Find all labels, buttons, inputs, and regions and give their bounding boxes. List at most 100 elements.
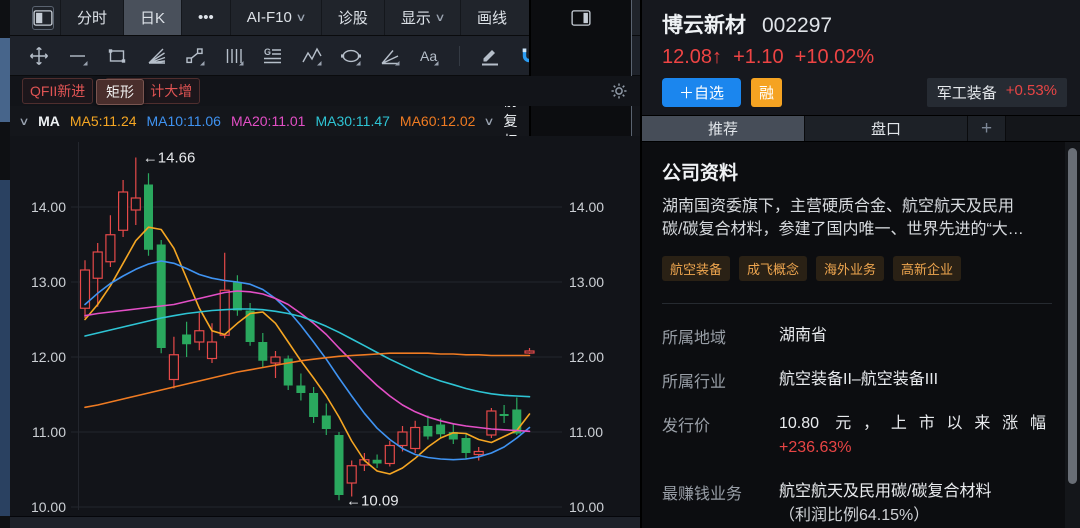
company-info-rows: 所属地域湖南省所属行业航空装备II–航空装备III 发行价10.80 元，上市以来… — [662, 324, 1046, 528]
tab-order-book[interactable]: 盘口 — [805, 116, 968, 141]
toolbar-button-fenshi[interactable]: 分时 — [60, 0, 123, 35]
segment-icon[interactable] — [184, 45, 206, 67]
candle — [220, 290, 229, 335]
info-row-industry: 所属行业航空装备II–航空装备III — [662, 368, 1046, 392]
ma-value-1[interactable]: MA5:11.24 — [70, 113, 137, 129]
candle — [271, 357, 280, 363]
ma-line-MA30 — [85, 309, 530, 397]
company-description-line: 碳/碳复合材料，参建了国内唯一、世界先进的“大… — [662, 218, 1054, 241]
add-watchlist-button[interactable]: ＋自选 — [662, 78, 741, 107]
rectangle-icon[interactable] — [106, 45, 128, 67]
candlestick-chart[interactable]: 14.0014.0013.0013.0012.0012.0011.0011.00… — [10, 136, 640, 518]
toggle-left-panel-button[interactable] — [32, 6, 54, 30]
toolbar-button-label: AI-F10 — [247, 9, 292, 26]
candle — [500, 414, 509, 416]
scrollbar-track[interactable] — [1065, 142, 1080, 528]
signal-tag-qfii[interactable]: QFII新进 — [22, 78, 93, 104]
info-value: 航空装备II–航空装备III — [779, 368, 1046, 392]
candle — [525, 351, 534, 353]
chart-label: 13.00 — [569, 274, 604, 290]
scrollbar-thumb[interactable] — [1068, 148, 1077, 484]
toolbar-button-display[interactable]: 显示∨ — [384, 0, 460, 35]
move-icon[interactable] — [28, 45, 50, 67]
chevron-down-icon[interactable]: ∨ — [18, 115, 29, 128]
tab-recommend[interactable]: 推荐 — [642, 116, 805, 141]
concept-tag[interactable]: 海外业务 — [816, 256, 884, 281]
chart-label: 14.00 — [31, 199, 66, 215]
candle — [487, 411, 496, 435]
margin-trading-badge[interactable]: 融 — [751, 78, 782, 107]
info-row-region: 所属地域湖南省 — [662, 324, 1046, 348]
candle — [423, 426, 432, 437]
ellipse-icon[interactable] — [340, 45, 362, 67]
zigzag-icon[interactable] — [301, 45, 323, 67]
stock-code: 002297 — [762, 14, 832, 38]
tab-add-tab[interactable]: + — [968, 116, 1006, 141]
ma-values: MA5:11.24 MA10:11.06 MA20:11.01 MA30:11.47 M… — [70, 113, 476, 129]
candle — [233, 282, 242, 311]
ma-value-5[interactable]: MA60:12.02 — [400, 113, 476, 129]
toolbar-buttons: 分时日K•••AI-F10∨诊股显示∨画线 — [60, 0, 523, 35]
gann-icon[interactable]: G — [262, 45, 284, 67]
toolbar-button-label: 分时 — [77, 7, 107, 28]
pencil-icon[interactable] — [479, 45, 501, 67]
chart-label: 12.00 — [569, 349, 604, 365]
info-row-issue-price: 发行价10.80 元，上市以来涨幅+236.63% — [662, 412, 1046, 460]
price-row: 12.08↑ +1.10 +10.02% — [662, 46, 1080, 69]
trendline-icon[interactable] — [67, 45, 89, 67]
drawing-tool-tooltip: 矩形 — [96, 79, 144, 105]
fan-lines-icon[interactable] — [145, 45, 167, 67]
candle — [411, 428, 420, 449]
candle — [436, 425, 445, 435]
candle — [335, 435, 344, 495]
candle — [322, 416, 331, 430]
left-rail-scroll-segment-bottom[interactable] — [0, 180, 10, 516]
concept-tag[interactable]: 高新企业 — [893, 256, 961, 281]
info-tabs: 推荐盘口+ — [642, 115, 1080, 142]
candle — [93, 252, 102, 278]
toolbar-button-drawline[interactable]: 画线 — [460, 0, 523, 35]
vertical-lines-icon[interactable] — [223, 45, 245, 67]
candle — [385, 446, 394, 464]
candle — [119, 192, 128, 230]
candle — [106, 235, 115, 262]
text-icon[interactable]: Aa — [418, 45, 440, 67]
info-value-line: 10.80 元，上市以来涨幅 — [779, 412, 1046, 436]
section-title: 公司资料 — [662, 158, 1046, 185]
toolbar-button-more[interactable]: ••• — [181, 0, 230, 35]
info-value: 10.80 元，上市以来涨幅+236.63% — [779, 412, 1046, 460]
candle — [157, 245, 166, 349]
candle — [462, 438, 471, 453]
period-toolbar: 分时日K•••AI-F10∨诊股显示∨画线 — [10, 0, 640, 36]
app-root: 分时日K•••AI-F10∨诊股显示∨画线 GAa QFII新进 计大增 矩形 — [0, 0, 1080, 528]
info-label: 所属行业 — [662, 368, 779, 392]
left-rail — [0, 0, 10, 528]
chevron-down-icon[interactable]: ∨ — [484, 115, 495, 128]
company-description-line: 湖南国资委旗下，主营硬质合金、航空航天及民用 — [662, 195, 1054, 218]
angle-fan-icon[interactable] — [379, 45, 401, 67]
concept-tag[interactable]: 航空装备 — [662, 256, 730, 281]
concept-tag[interactable]: 成飞概念 — [739, 256, 807, 281]
toolbar-button-label: 日K — [140, 7, 165, 28]
info-value: 湖南省 — [779, 324, 1046, 348]
chevron-down-icon: ∨ — [295, 11, 306, 24]
toolbar-button-daily-k[interactable]: 日K — [123, 0, 181, 35]
candle — [144, 185, 153, 250]
ma-value-4[interactable]: MA30:11.47 — [315, 113, 389, 129]
toolbar-button-label: 诊股 — [338, 7, 368, 28]
toolbar-button-ai-f10[interactable]: AI-F10∨ — [230, 0, 321, 35]
info-value-line: 湖南省 — [779, 327, 827, 344]
toolbar-button-diagnose[interactable]: 诊股 — [321, 0, 384, 35]
sector-name: 军工装备 — [937, 82, 997, 103]
price-change-percent: +10.02% — [795, 46, 875, 69]
stock-name: 博云新材 — [662, 9, 746, 39]
ma-value-3[interactable]: MA20:11.01 — [231, 113, 305, 129]
svg-text:Aa: Aa — [420, 48, 437, 64]
sector-quote[interactable]: 军工装备 +0.53% — [927, 78, 1067, 107]
ma-label[interactable]: MA — [38, 113, 60, 129]
price-annotation: ←14.66 — [143, 150, 196, 167]
left-rail-scroll-segment-top[interactable] — [0, 38, 10, 122]
gear-icon[interactable] — [610, 82, 628, 100]
ma-value-2[interactable]: MA10:11.06 — [147, 113, 221, 129]
stock-header: 博云新材 002297 12.08↑ +1.10 +10.02% ＋自选 融 军… — [642, 0, 1080, 115]
